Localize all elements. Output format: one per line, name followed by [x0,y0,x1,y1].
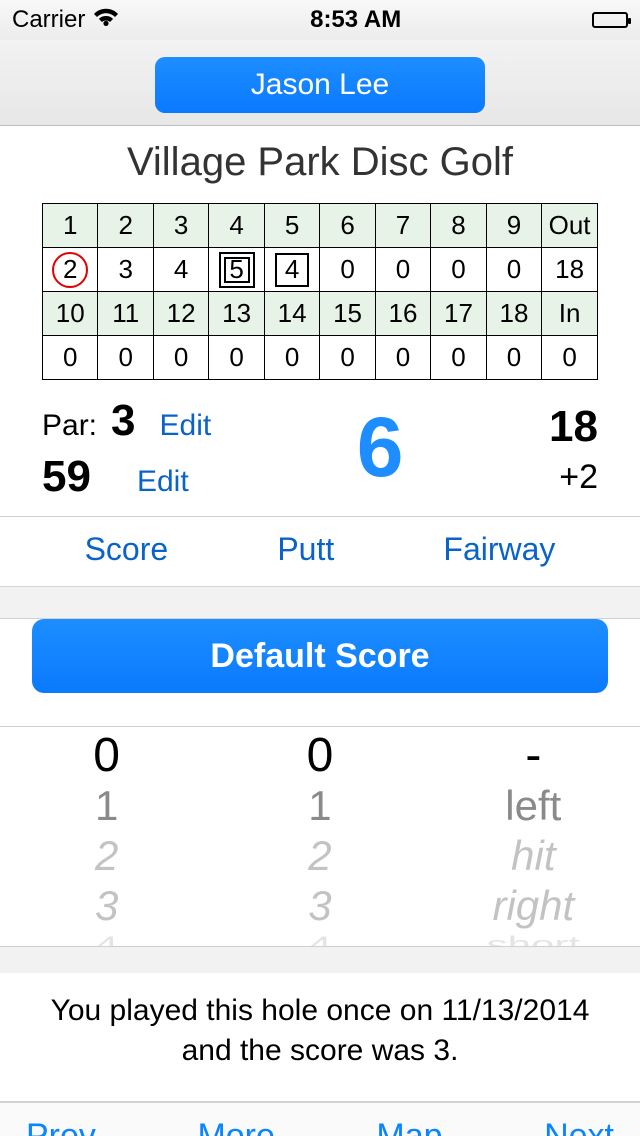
picker-score-row[interactable]: 1 [7,781,207,831]
scorecard-header-cell: 9 [486,204,541,248]
scorecard-header-cell: 3 [153,204,208,248]
scorecard-header-cell: 7 [375,204,430,248]
scorecard-score-cell[interactable]: 0 [542,336,598,380]
section-gap-3 [0,947,640,973]
picker-score-row[interactable]: 0 [7,731,207,781]
picker-putt-row[interactable]: 0 [220,731,420,781]
scorecard-header-cell: 17 [431,292,486,336]
scorecard-header-cell: 6 [320,204,375,248]
scorecard-header-cell: Out [542,204,598,248]
picker-score-row[interactable]: 2 [7,831,207,881]
scorecard-header-cell: 14 [264,292,319,336]
more-button[interactable]: More [197,1117,274,1136]
section-gap-2 [0,693,640,727]
scorecard-header-cell: 4 [209,204,264,248]
scorecard-score-cell[interactable]: 0 [375,248,430,292]
carrier-label: Carrier [12,6,85,34]
scorecard-score-cell[interactable]: 18 [542,248,598,292]
picker-area[interactable]: 0 1 2 3 4 0 1 2 3 4 - left hit right sho… [0,727,640,947]
edit-distance-link[interactable]: Edit [137,465,189,499]
scorecard-score-cell[interactable]: 2 [43,248,98,292]
scorecard-header-cell: 18 [486,292,541,336]
picker-putt-row[interactable]: 3 [220,881,420,931]
scorecard-header-cell: 13 [209,292,264,336]
picker-fairway-row[interactable]: right [433,881,633,931]
scorecard-header-cell: 8 [431,204,486,248]
scorecard-header-cell: 10 [43,292,98,336]
status-left: Carrier [12,6,119,34]
picker-fairway-row[interactable]: short [433,931,633,947]
scorecard-header-cell: 16 [375,292,430,336]
tab-score[interactable]: Score [85,531,169,568]
tab-row: Score Putt Fairway [0,517,640,587]
prev-button[interactable]: Prev [26,1117,96,1136]
scorecard-score-cell[interactable]: 0 [264,336,319,380]
total-score: 18 [549,402,598,452]
scorecard-score-cell[interactable]: 4 [153,248,208,292]
map-button[interactable]: Map [376,1117,442,1136]
scorecard-score-cell[interactable]: 0 [431,248,486,292]
scorecard-score-cell[interactable]: 5 [209,248,264,292]
picker-fairway[interactable]: - left hit right short [433,731,633,946]
picker-putt-row[interactable]: 1 [220,781,420,831]
scorecard-header-cell: 12 [153,292,208,336]
par-value: 3 [111,396,135,446]
scorecard-score-cell[interactable]: 0 [43,336,98,380]
scorecard-score-cell[interactable]: 0 [431,336,486,380]
wifi-icon [93,6,119,34]
status-bar: Carrier 8:53 AM [0,0,640,40]
hole-history-text: You played this hole once on 11/13/2014 … [0,973,640,1102]
tab-putt[interactable]: Putt [277,531,334,568]
picker-fairway-row[interactable]: - [433,731,633,781]
course-title: Village Park Disc Golf [0,126,640,203]
scorecard-score-cell[interactable]: 4 [264,248,319,292]
scorecard-score-cell[interactable]: 3 [98,248,153,292]
scorecard-header-cell: 1 [43,204,98,248]
scorecard-score-cell[interactable]: 0 [98,336,153,380]
distance-value: 59 [42,452,91,502]
picker-score-row[interactable]: 3 [7,881,207,931]
scorecard-score-cell[interactable]: 0 [486,336,541,380]
player-button[interactable]: Jason Lee [155,57,485,113]
picker-putt-row[interactable]: 4 [220,931,420,947]
scorecard-header-cell: In [542,292,598,336]
current-hole-number: 6 [357,399,404,496]
default-score-button[interactable]: Default Score [32,619,608,693]
scorecard-table: 123456789Out 23454000018 101112131415161… [42,203,598,380]
picker-fairway-row[interactable]: hit [433,831,633,881]
relative-score: +2 [549,458,598,497]
picker-fairway-row[interactable]: left [433,781,633,831]
scorecard-header-cell: 5 [264,204,319,248]
scorecard-header-cell: 11 [98,292,153,336]
scorecard-header-cell: 2 [98,204,153,248]
picker-score[interactable]: 0 1 2 3 4 [7,731,207,946]
battery-icon [592,12,628,28]
picker-putt[interactable]: 0 1 2 3 4 [220,731,420,946]
par-label: Par: [42,409,97,443]
scorecard-score-cell[interactable]: 0 [486,248,541,292]
header: Jason Lee [0,40,640,126]
status-time: 8:53 AM [310,6,401,34]
scorecard-score-cell[interactable]: 0 [153,336,208,380]
section-gap-1 [0,587,640,619]
scorecard-score-cell[interactable]: 0 [375,336,430,380]
picker-score-row[interactable]: 4 [7,931,207,947]
tab-fairway[interactable]: Fairway [443,531,555,568]
picker-putt-row[interactable]: 2 [220,831,420,881]
scorecard-header-cell: 15 [320,292,375,336]
scorecard-score-cell[interactable]: 0 [320,248,375,292]
scorecard-score-cell[interactable]: 0 [320,336,375,380]
next-button[interactable]: Next [544,1117,614,1136]
bottom-toolbar: Prev More Map Next [0,1102,640,1136]
edit-par-link[interactable]: Edit [160,409,212,443]
summary-row: Par: 3 Edit 59 Edit 6 18 +2 [0,380,640,517]
default-score-wrap: Default Score [0,619,640,693]
scorecard-score-cell[interactable]: 0 [209,336,264,380]
